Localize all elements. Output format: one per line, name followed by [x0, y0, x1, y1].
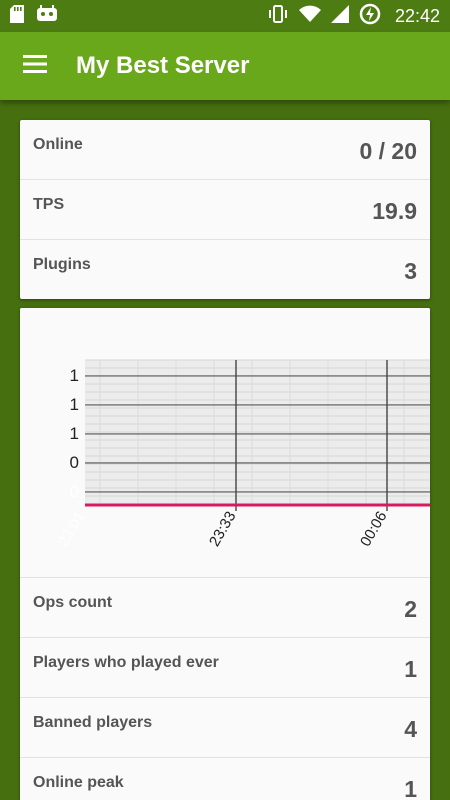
- chart-y-tick-label: 0: [70, 482, 79, 501]
- players-chart[interactable]: 1 1 1 0 0 23:01 23:33 00:06: [20, 308, 430, 578]
- row-value: 0 / 20: [359, 138, 417, 164]
- row-value: 2: [404, 596, 417, 622]
- row-label: Online peak: [33, 774, 124, 791]
- chart-x-tick-label: 00:06: [357, 509, 390, 550]
- row-value: 19.9: [372, 198, 417, 224]
- row-label: Banned players: [33, 714, 153, 731]
- row-value: 1: [404, 656, 417, 682]
- row-value: 1: [404, 776, 417, 800]
- signal-icon: [330, 4, 349, 28]
- page-title: My Best Server: [76, 52, 250, 79]
- row-label: TPS: [33, 196, 65, 213]
- chart-x-tick-label: 23:01: [55, 509, 88, 550]
- row-value: 3: [404, 258, 417, 284]
- chart-y-tick-label: 1: [70, 395, 79, 414]
- row-value: 4: [404, 716, 417, 742]
- chart-y-tick-label: 1: [70, 424, 79, 443]
- ops-count-row: Ops count 2: [20, 578, 430, 638]
- stats-list: Ops count 2 Players who played ever 1 Ba…: [20, 578, 430, 800]
- vibrate-icon: [267, 4, 289, 28]
- row-label: Players who played ever: [33, 654, 219, 671]
- online-row: Online 0 / 20: [20, 120, 430, 180]
- sd-card-icon: [10, 4, 24, 28]
- app-bar: My Best Server: [0, 32, 450, 100]
- status-bar: 22:42: [0, 0, 450, 32]
- chart-x-tick-label: 23:33: [206, 509, 239, 550]
- wifi-icon: [298, 5, 321, 28]
- chart-y-tick-label: 0: [70, 453, 79, 472]
- players-played-row: Players who played ever 1: [20, 638, 430, 698]
- summary-card: Online 0 / 20 TPS 19.9 Plugins 3: [20, 120, 430, 299]
- android-debug-icon: [36, 4, 58, 28]
- hamburger-menu-icon: [23, 54, 47, 78]
- stats-card: 1 1 1 0 0 23:01 23:33 00:06 Ops count 2 Players…: [20, 308, 430, 800]
- plugins-row[interactable]: Plugins 3: [20, 240, 430, 300]
- row-label: Online: [33, 136, 83, 153]
- row-label: Plugins: [33, 256, 91, 273]
- banned-players-row[interactable]: Banned players 4: [20, 698, 430, 758]
- menu-button[interactable]: [0, 32, 70, 100]
- row-label: Ops count: [33, 594, 113, 611]
- online-peak-row: Online peak 1: [20, 758, 430, 800]
- chart-svg: 1 1 1 0 0 23:01 23:33 00:06: [55, 359, 430, 550]
- clock-time: 22:42: [394, 5, 440, 26]
- tps-row: TPS 19.9: [20, 180, 430, 240]
- battery-charging-icon: [359, 3, 381, 30]
- chart-y-tick-label: 1: [70, 366, 79, 385]
